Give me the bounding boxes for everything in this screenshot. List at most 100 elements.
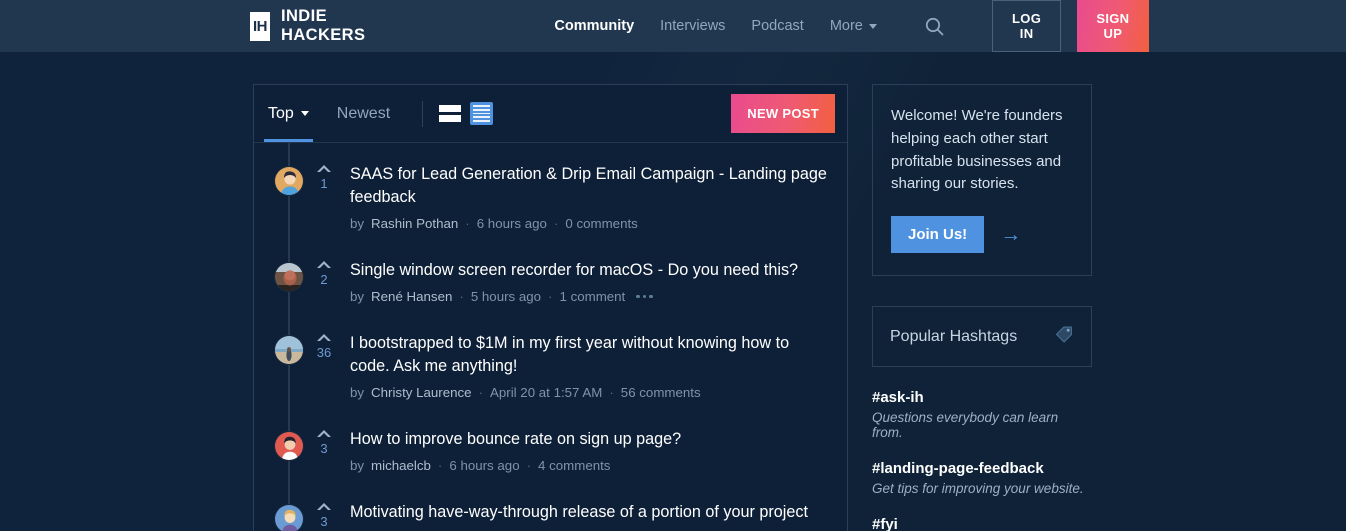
auth-buttons: LOG IN SIGN UP bbox=[992, 0, 1149, 52]
tab-top-label: Top bbox=[268, 105, 294, 123]
arrow-right-icon[interactable]: → bbox=[1000, 224, 1021, 245]
search-icon[interactable] bbox=[925, 14, 945, 38]
upvote-icon[interactable] bbox=[317, 261, 331, 268]
hashtag-description: Questions everybody can learn from. bbox=[872, 410, 1092, 440]
page-layout: Top Newest NEW POST bbox=[0, 52, 1346, 531]
popular-hashtags-header: Popular Hashtags bbox=[872, 306, 1092, 367]
join-us-button[interactable]: Join Us! bbox=[891, 216, 984, 253]
logo-icon: IH bbox=[250, 12, 270, 41]
post-content: How to improve bounce rate on sign up pa… bbox=[344, 428, 829, 473]
chevron-down-icon bbox=[869, 24, 877, 29]
post-title[interactable]: Motivating have-way-through release of a… bbox=[350, 501, 829, 524]
welcome-text: Welcome! We're founders helping each oth… bbox=[891, 105, 1073, 196]
vote-count: 3 bbox=[320, 441, 327, 456]
post-author[interactable]: Rashin Pothan bbox=[371, 216, 458, 231]
by-label: by bbox=[350, 289, 364, 304]
post-meta: by Rashin Pothan · 6 hours ago · 0 comme… bbox=[350, 216, 829, 231]
post-title[interactable]: Single window screen recorder for macOS … bbox=[350, 259, 829, 282]
hashtag-name[interactable]: #ask-ih bbox=[872, 389, 1092, 406]
post-author[interactable]: René Hansen bbox=[371, 289, 452, 304]
compact-view-icon[interactable] bbox=[439, 103, 461, 125]
meta-separator: · bbox=[527, 458, 531, 473]
post-time: 6 hours ago bbox=[449, 458, 519, 473]
post-time: 6 hours ago bbox=[477, 216, 547, 231]
sort-tabs: Top Newest bbox=[254, 85, 404, 142]
by-label: by bbox=[350, 458, 364, 473]
post-comments[interactable]: 1 comment bbox=[559, 289, 625, 304]
more-options-icon[interactable] bbox=[636, 295, 653, 299]
meta-separator: · bbox=[479, 385, 483, 400]
hashtag-description: Get tips for improving your website. bbox=[872, 481, 1092, 496]
post-meta: by michaelcb · 6 hours ago · 4 comments bbox=[350, 458, 829, 473]
upvote-control[interactable]: 3 bbox=[304, 503, 344, 529]
right-sidebar: Welcome! We're founders helping each oth… bbox=[872, 84, 1092, 531]
meta-separator: · bbox=[548, 289, 552, 304]
hashtag-name[interactable]: #landing-page-feedback bbox=[872, 460, 1092, 477]
view-mode-toggles bbox=[439, 102, 493, 125]
upvote-icon[interactable] bbox=[317, 430, 331, 437]
list-item: #landing-page-feedback Get tips for impr… bbox=[872, 460, 1092, 496]
feed-toolbar: Top Newest NEW POST bbox=[254, 85, 847, 143]
login-button[interactable]: LOG IN bbox=[992, 0, 1060, 52]
meta-separator: · bbox=[459, 289, 463, 304]
post-comments[interactable]: 56 comments bbox=[621, 385, 701, 400]
upvote-control[interactable]: 3 bbox=[304, 430, 344, 456]
post-title[interactable]: I bootstrapped to $1M in my first year w… bbox=[350, 332, 829, 378]
post-time: April 20 at 1:57 AM bbox=[490, 385, 602, 400]
post-title[interactable]: How to improve bounce rate on sign up pa… bbox=[350, 428, 829, 451]
post-item: 2 Single window screen recorder for macO… bbox=[254, 245, 847, 318]
post-item: 3 How to improve bounce rate on sign up … bbox=[254, 414, 847, 487]
upvote-icon[interactable] bbox=[317, 503, 331, 510]
signup-button[interactable]: SIGN UP bbox=[1077, 0, 1149, 52]
nav-item-interviews[interactable]: Interviews bbox=[660, 18, 725, 34]
vote-count: 36 bbox=[317, 345, 331, 360]
site-header: IH INDIE HACKERS Community Interviews Po… bbox=[0, 0, 1346, 52]
nav-more-label: More bbox=[830, 18, 863, 34]
by-label: by bbox=[350, 385, 364, 400]
meta-separator: · bbox=[609, 385, 613, 400]
tab-top[interactable]: Top bbox=[254, 85, 323, 142]
hashtag-name[interactable]: #fyi bbox=[872, 516, 1092, 531]
avatar[interactable] bbox=[274, 166, 304, 196]
list-item: #ask-ih Questions everybody can learn fr… bbox=[872, 389, 1092, 440]
upvote-control[interactable]: 2 bbox=[304, 261, 344, 287]
avatar[interactable] bbox=[274, 504, 304, 531]
tab-newest[interactable]: Newest bbox=[323, 85, 404, 142]
post-title[interactable]: SAAS for Lead Generation & Drip Email Ca… bbox=[350, 163, 829, 209]
upvote-control[interactable]: 36 bbox=[304, 334, 344, 360]
post-comments[interactable]: 0 comments bbox=[565, 216, 637, 231]
nav-item-community[interactable]: Community bbox=[554, 18, 634, 34]
upvote-control[interactable]: 1 bbox=[304, 165, 344, 191]
post-author[interactable]: Christy Laurence bbox=[371, 385, 472, 400]
post-content: I bootstrapped to $1M in my first year w… bbox=[344, 332, 829, 400]
avatar[interactable] bbox=[274, 335, 304, 365]
meta-separator: · bbox=[465, 216, 469, 231]
brand-logo[interactable]: IH INDIE HACKERS bbox=[250, 7, 374, 45]
brand-name: INDIE HACKERS bbox=[281, 7, 374, 45]
post-item: 3 Motivating have-way-through release of… bbox=[254, 487, 847, 531]
welcome-card: Welcome! We're founders helping each oth… bbox=[872, 84, 1092, 276]
vote-count: 2 bbox=[320, 272, 327, 287]
post-item: 36 I bootstrapped to $1M in my first yea… bbox=[254, 318, 847, 414]
nav-item-more[interactable]: More bbox=[830, 18, 877, 34]
list-view-icon[interactable] bbox=[470, 102, 493, 125]
post-meta: by René Hansen · 5 hours ago · 1 comment bbox=[350, 289, 829, 304]
post-content: Single window screen recorder for macOS … bbox=[344, 259, 829, 304]
meta-separator: · bbox=[438, 458, 442, 473]
upvote-icon[interactable] bbox=[317, 334, 331, 341]
vote-count: 1 bbox=[320, 176, 327, 191]
avatar[interactable] bbox=[274, 431, 304, 461]
post-item: 1 SAAS for Lead Generation & Drip Email … bbox=[254, 149, 847, 245]
post-time: 5 hours ago bbox=[471, 289, 541, 304]
nav-item-podcast[interactable]: Podcast bbox=[751, 18, 803, 34]
tag-icon bbox=[1054, 324, 1074, 349]
post-meta: by Christy Laurence · April 20 at 1:57 A… bbox=[350, 385, 829, 400]
post-list: 1 SAAS for Lead Generation & Drip Email … bbox=[254, 143, 847, 531]
upvote-icon[interactable] bbox=[317, 165, 331, 172]
new-post-button[interactable]: NEW POST bbox=[731, 94, 835, 133]
avatar[interactable] bbox=[274, 262, 304, 292]
post-author[interactable]: michaelcb bbox=[371, 458, 431, 473]
post-feed-panel: Top Newest NEW POST bbox=[253, 84, 848, 531]
post-comments[interactable]: 4 comments bbox=[538, 458, 610, 473]
popular-hashtags-title: Popular Hashtags bbox=[890, 328, 1017, 346]
